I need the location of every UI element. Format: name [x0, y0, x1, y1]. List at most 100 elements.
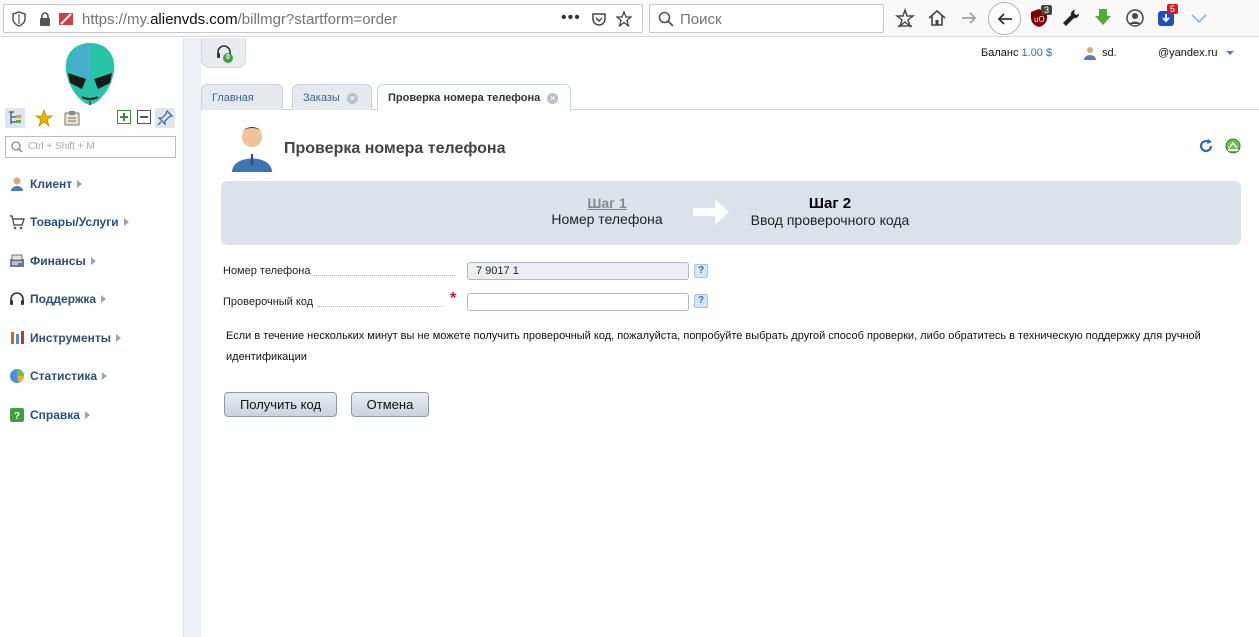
- code-help-icon[interactable]: ?: [694, 294, 708, 308]
- back-button[interactable]: [988, 2, 1021, 35]
- url-bar[interactable]: https://my.alienvds.com/billmgr?startfor…: [3, 4, 643, 33]
- sidebar-toolbar: [5, 108, 180, 130]
- collapse-all-icon[interactable]: [137, 110, 151, 124]
- sidebar-item-client[interactable]: Клиент: [9, 174, 83, 194]
- page-title: Проверка номера телефона: [284, 140, 506, 157]
- close-icon[interactable]: ✕: [346, 93, 358, 104]
- required-marker: *: [450, 290, 457, 307]
- user-email: @yandex.ru: [1158, 47, 1218, 59]
- sidebar-splitter[interactable]: [183, 38, 201, 637]
- shield-icon[interactable]: [11, 11, 27, 27]
- step-2-title: Шаг 2: [808, 195, 852, 212]
- dotted-leader: [318, 306, 442, 307]
- chevron-down-icon[interactable]: [1189, 8, 1209, 28]
- user-email-menu[interactable]: @yandex.ru: [1158, 47, 1234, 59]
- balance[interactable]: Баланс 1.00 $: [981, 47, 1052, 59]
- sidebar-item-products[interactable]: Товары/Услуги: [9, 212, 129, 232]
- sidebar-item-label: Товары/Услуги: [30, 215, 119, 229]
- balance-label: Баланс: [981, 47, 1019, 59]
- search-icon: [658, 11, 674, 27]
- export-icon[interactable]: [1225, 138, 1241, 154]
- sidebar-item-tools[interactable]: Инструменты: [9, 328, 122, 348]
- download-icon[interactable]: [1093, 8, 1113, 28]
- search-bar[interactable]: Поиск: [649, 4, 884, 33]
- support-count-badge: 0: [223, 53, 233, 63]
- tab-phone-verification[interactable]: Проверка номера телефона ✕: [377, 84, 571, 111]
- user-avatar-icon: [232, 127, 272, 172]
- verification-code-input[interactable]: [467, 293, 689, 311]
- phone-field: 7 9017 1: [467, 262, 689, 280]
- sidebar-search-input[interactable]: Ctrl + Shift + M: [5, 136, 176, 158]
- pocket-icon[interactable]: [591, 11, 607, 27]
- chevron-right-icon: [90, 257, 96, 265]
- pin-icon[interactable]: [155, 108, 175, 128]
- favorites-star-icon[interactable]: [35, 109, 53, 127]
- sidebar-item-label: Финансы: [30, 254, 86, 268]
- phone-help-icon[interactable]: ?: [694, 264, 708, 278]
- close-icon[interactable]: ✕: [547, 93, 559, 104]
- step-2: Шаг 2 Ввод проверочного кода: [735, 195, 925, 228]
- user-name[interactable]: sd.: [1102, 47, 1117, 59]
- headset-icon: [10, 292, 24, 305]
- step-1-title[interactable]: Шаг 1: [541, 195, 673, 211]
- finance-icon: [10, 254, 24, 267]
- search-placeholder: Поиск: [680, 11, 722, 28]
- tab-label: Главная: [212, 92, 254, 104]
- sidebar-item-label: Инструменты: [30, 331, 112, 345]
- wrench-icon[interactable]: [1061, 8, 1081, 28]
- svg-text:?: ?: [14, 411, 20, 422]
- wizard-steps: Шаг 1 Номер телефона Шаг 2 Ввод провероч…: [221, 181, 1241, 245]
- cancel-button[interactable]: Отмена: [351, 392, 429, 417]
- sidebar-item-label: Клиент: [30, 177, 73, 191]
- alien-logo[interactable]: [60, 41, 120, 107]
- clipboard-icon[interactable]: [63, 109, 81, 127]
- sidebar: Ctrl + Shift + M Клиент Товары/Услуги Фи…: [0, 38, 183, 637]
- search-icon: [11, 141, 23, 153]
- notifications-badge: 5: [1167, 4, 1179, 14]
- star-icon[interactable]: [616, 11, 632, 27]
- step-1[interactable]: Шаг 1 Номер телефона: [541, 195, 673, 227]
- refresh-icon[interactable]: [1198, 138, 1214, 154]
- lock-icon[interactable]: [37, 11, 53, 27]
- sidebar-item-finance[interactable]: Финансы: [9, 251, 96, 271]
- tab-bar: Главная Заказы✕ › Проверка номера телефо…: [201, 83, 1259, 111]
- chevron-right-icon: [116, 334, 122, 342]
- home-icon[interactable]: [927, 8, 947, 28]
- chevron-right-icon: [102, 372, 108, 380]
- support-button[interactable]: 0: [201, 38, 246, 68]
- expand-all-icon[interactable]: [117, 110, 131, 124]
- sidebar-item-label: Статистика: [30, 369, 98, 383]
- ublock-badge: 3: [1041, 5, 1053, 15]
- sidebar-item-stats[interactable]: Статистика: [9, 366, 108, 386]
- tab-label: Заказы: [303, 92, 340, 104]
- forward-icon[interactable]: [959, 8, 979, 28]
- help-note: Если в течение нескольких минут вы не мо…: [226, 330, 1201, 363]
- page-actions-icon[interactable]: •••: [561, 9, 581, 27]
- tree-view-icon[interactable]: [5, 108, 25, 128]
- sidebar-search-placeholder: Ctrl + Shift + M: [28, 141, 95, 152]
- library-icon[interactable]: [895, 8, 915, 28]
- sidebar-item-label: Справка: [30, 408, 80, 422]
- step-1-subtitle: Номер телефона: [551, 211, 663, 227]
- code-label: Проверочный код: [223, 296, 314, 308]
- blocked-content-icon[interactable]: [58, 11, 74, 27]
- chevron-right-icon: [77, 180, 83, 188]
- get-code-button[interactable]: Получить код: [224, 392, 337, 417]
- tab-label: Проверка номера телефона: [388, 92, 541, 104]
- arrow-right-icon: [693, 199, 729, 225]
- tab-orders[interactable]: Заказы ✕: [292, 84, 372, 110]
- sidebar-item-help[interactable]: ? Справка: [9, 405, 90, 425]
- tools-icon: [11, 331, 24, 344]
- user-icon: [1084, 47, 1096, 60]
- cart-icon: [10, 215, 25, 230]
- url-text: https://my.alienvds.com/billmgr?startfor…: [82, 11, 398, 28]
- chevron-right-icon: [123, 218, 129, 226]
- help-icon: ?: [10, 408, 24, 422]
- sidebar-item-support[interactable]: Поддержка: [9, 289, 107, 309]
- back-arrow-icon: [997, 13, 1012, 25]
- account-icon[interactable]: [1125, 8, 1145, 28]
- step-2-subtitle: Ввод проверочного кода: [750, 212, 910, 228]
- phone-label: Номер телефона: [223, 265, 311, 277]
- sidebar-item-label: Поддержка: [30, 292, 97, 306]
- tab-home[interactable]: Главная: [201, 84, 283, 110]
